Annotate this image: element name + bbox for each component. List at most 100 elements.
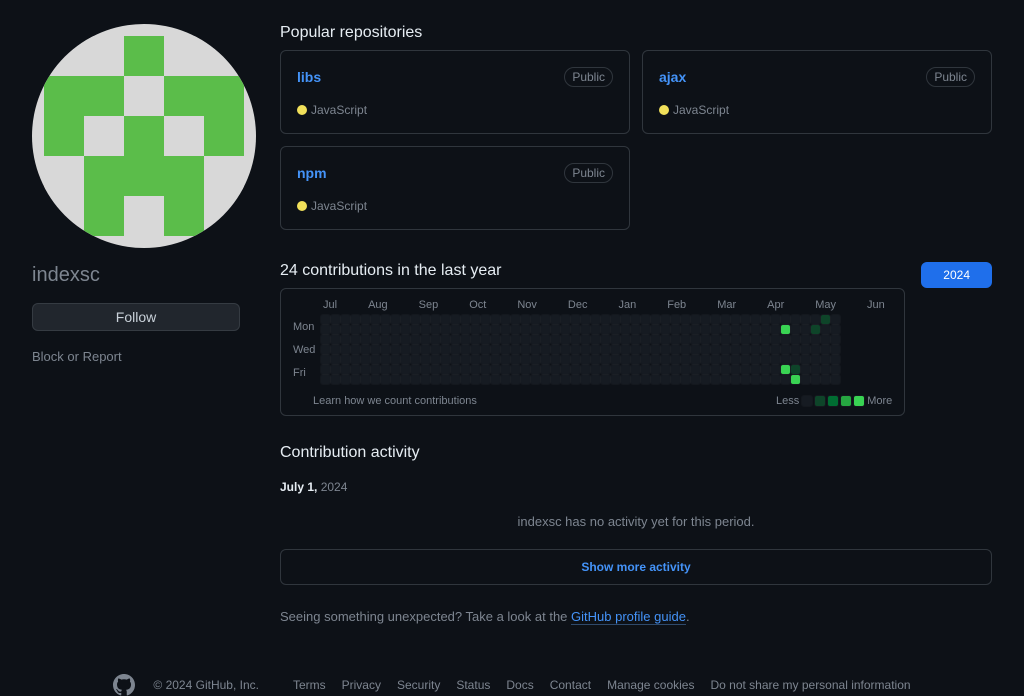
contribution-cell[interactable] <box>661 355 670 364</box>
contribution-cell[interactable] <box>751 315 760 324</box>
contribution-cell[interactable] <box>701 335 710 344</box>
contribution-cell[interactable] <box>731 315 740 324</box>
contribution-cell[interactable] <box>481 375 490 384</box>
contribution-cell[interactable] <box>641 365 650 374</box>
contribution-cell[interactable] <box>761 355 770 364</box>
contribution-cell[interactable] <box>441 375 450 384</box>
contribution-cell[interactable] <box>651 355 660 364</box>
contribution-cell[interactable] <box>441 335 450 344</box>
contribution-cell[interactable] <box>801 375 810 384</box>
contribution-cell[interactable] <box>331 365 340 374</box>
contribution-cell[interactable] <box>621 365 630 374</box>
contribution-cell[interactable] <box>371 335 380 344</box>
contribution-cell[interactable] <box>621 325 630 334</box>
contribution-cell[interactable] <box>361 375 370 384</box>
contribution-cell[interactable] <box>471 375 480 384</box>
contribution-cell[interactable] <box>681 345 690 354</box>
contribution-cell[interactable] <box>341 375 350 384</box>
contribution-cell[interactable] <box>361 345 370 354</box>
contribution-cell[interactable] <box>551 375 560 384</box>
contribution-cell[interactable] <box>361 355 370 364</box>
contribution-cell[interactable] <box>551 345 560 354</box>
contribution-cell[interactable] <box>401 315 410 324</box>
contribution-cell[interactable] <box>651 335 660 344</box>
contribution-cell[interactable] <box>491 345 500 354</box>
contribution-cell[interactable] <box>461 315 470 324</box>
contribution-cell[interactable] <box>351 345 360 354</box>
contribution-cell[interactable] <box>431 325 440 334</box>
contribution-cell[interactable] <box>571 345 580 354</box>
contribution-cell[interactable] <box>821 325 830 334</box>
contribution-cell[interactable] <box>361 335 370 344</box>
contribution-cell[interactable] <box>691 355 700 364</box>
contribution-cell[interactable] <box>341 365 350 374</box>
contribution-cell[interactable] <box>671 365 680 374</box>
contribution-cell[interactable] <box>621 315 630 324</box>
contribution-cell[interactable] <box>771 365 780 374</box>
contribution-cell[interactable] <box>451 325 460 334</box>
contribution-cell[interactable] <box>401 355 410 364</box>
contribution-cell[interactable] <box>811 375 820 384</box>
contribution-cell[interactable] <box>681 355 690 364</box>
contribution-cell[interactable] <box>381 325 390 334</box>
contribution-cell[interactable] <box>521 365 530 374</box>
contribution-cell[interactable] <box>561 355 570 364</box>
contribution-cell[interactable] <box>571 375 580 384</box>
contribution-cell[interactable] <box>341 345 350 354</box>
contribution-cell[interactable] <box>361 315 370 324</box>
contribution-cell[interactable] <box>551 335 560 344</box>
contribution-cell[interactable] <box>821 315 830 324</box>
contribution-cell[interactable] <box>771 315 780 324</box>
show-more-activity-button[interactable]: Show more activity <box>280 549 992 585</box>
contribution-cell[interactable] <box>651 325 660 334</box>
contribution-cell[interactable] <box>561 335 570 344</box>
contribution-cell[interactable] <box>451 315 460 324</box>
contribution-cell[interactable] <box>761 375 770 384</box>
contribution-cell[interactable] <box>701 375 710 384</box>
contribution-cell[interactable] <box>451 365 460 374</box>
contribution-cell[interactable] <box>391 345 400 354</box>
contrib-learn-link[interactable]: Learn how we count contributions <box>313 395 477 407</box>
contribution-cell[interactable] <box>511 365 520 374</box>
contribution-cell[interactable] <box>401 345 410 354</box>
contribution-cell[interactable] <box>461 365 470 374</box>
contribution-cell[interactable] <box>521 335 530 344</box>
contribution-cell[interactable] <box>641 335 650 344</box>
contribution-cell[interactable] <box>751 325 760 334</box>
footer-link[interactable]: Docs <box>506 678 533 692</box>
contribution-cell[interactable] <box>781 335 790 344</box>
contribution-cell[interactable] <box>321 365 330 374</box>
contribution-cell[interactable] <box>641 355 650 364</box>
contribution-cell[interactable] <box>771 325 780 334</box>
contribution-cell[interactable] <box>541 375 550 384</box>
contribution-cell[interactable] <box>581 375 590 384</box>
contribution-cell[interactable] <box>681 375 690 384</box>
contribution-cell[interactable] <box>401 335 410 344</box>
contribution-cell[interactable] <box>421 335 430 344</box>
footer-link[interactable]: Manage cookies <box>607 678 694 692</box>
contribution-cell[interactable] <box>371 345 380 354</box>
contribution-cell[interactable] <box>481 335 490 344</box>
contribution-cell[interactable] <box>471 355 480 364</box>
contribution-cell[interactable] <box>691 365 700 374</box>
contribution-cell[interactable] <box>711 345 720 354</box>
contribution-cell[interactable] <box>401 375 410 384</box>
contribution-cell[interactable] <box>751 365 760 374</box>
contribution-cell[interactable] <box>491 355 500 364</box>
contribution-cell[interactable] <box>481 355 490 364</box>
contribution-cell[interactable] <box>591 365 600 374</box>
contribution-cell[interactable] <box>731 355 740 364</box>
contribution-cell[interactable] <box>711 335 720 344</box>
contribution-cell[interactable] <box>581 345 590 354</box>
contribution-cell[interactable] <box>821 345 830 354</box>
contribution-cell[interactable] <box>761 325 770 334</box>
contribution-cell[interactable] <box>381 335 390 344</box>
contribution-cell[interactable] <box>531 315 540 324</box>
contribution-cell[interactable] <box>451 345 460 354</box>
contribution-cell[interactable] <box>551 315 560 324</box>
contribution-cell[interactable] <box>711 355 720 364</box>
contribution-cell[interactable] <box>331 375 340 384</box>
contribution-cell[interactable] <box>761 345 770 354</box>
contribution-cell[interactable] <box>351 315 360 324</box>
contribution-cell[interactable] <box>321 355 330 364</box>
